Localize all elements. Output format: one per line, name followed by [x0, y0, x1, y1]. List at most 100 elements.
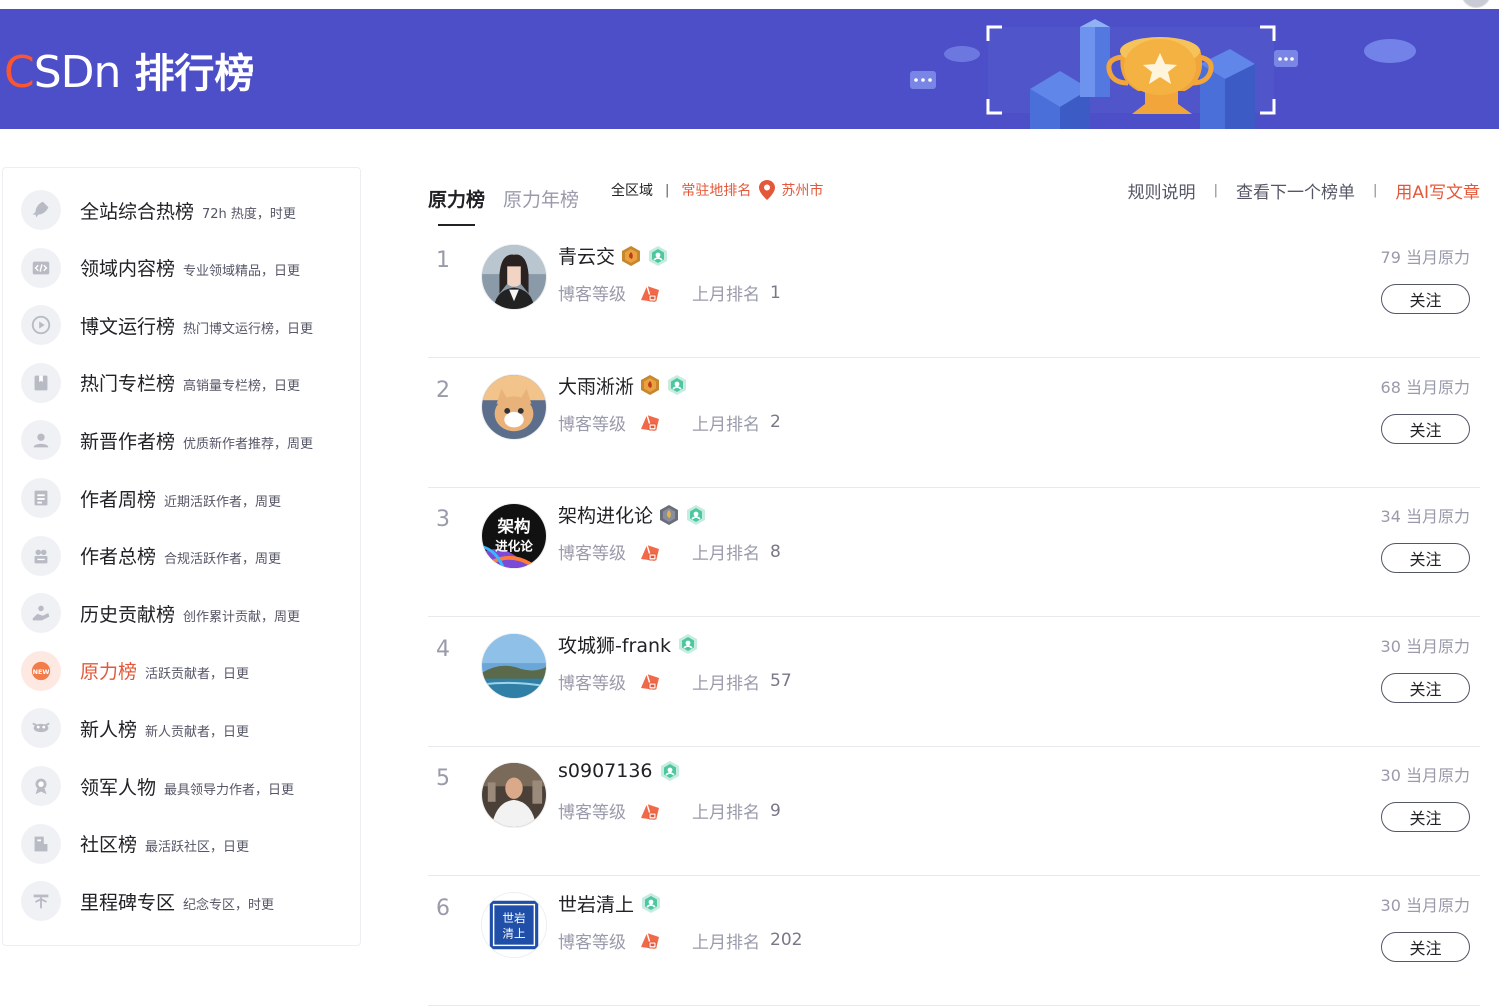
last-month-rank-label: 上月排名	[692, 285, 760, 305]
header-links: 规则说明 | 查看下一个榜单 | 用AI写文章	[1128, 178, 1480, 203]
sidebar-item-text: 社区榜 最活跃社区，日更	[80, 830, 249, 857]
author-name[interactable]: s0907136	[558, 760, 653, 782]
sidebar-item[interactable]: 全站综合热榜 72h 热度，时更	[3, 186, 360, 234]
follow-button[interactable]: 关注	[1381, 284, 1470, 314]
author-name[interactable]: 大雨淅淅	[558, 372, 634, 399]
community-badge-icon	[679, 634, 698, 654]
monthly-power-value: 79	[1380, 248, 1401, 267]
sidebar-item[interactable]: NEW 原力榜 活跃贡献者，日更	[3, 647, 360, 695]
sidebar-item-label: 原力榜	[80, 661, 138, 684]
sidebar-item[interactable]: 社区榜 最活跃社区，日更	[3, 820, 360, 868]
monthly-power-value: 68	[1380, 377, 1401, 397]
sidebar-item[interactable]: 领军人物 最具领导力作者，日更	[3, 762, 360, 810]
user-icon	[21, 420, 61, 461]
author-avatar[interactable]	[481, 762, 547, 828]
monthly-power-label: 当月原力	[1405, 636, 1470, 656]
sidebar-item-desc: 合规活跃作者，周更	[164, 552, 282, 568]
sidebar-item-text: 历史贡献榜 创作累计贡献，周更	[80, 600, 300, 627]
author-avatar[interactable]: 世岩 清上	[481, 891, 547, 958]
ai-write-link[interactable]: 用AI写文章	[1395, 178, 1480, 203]
author-name[interactable]: 架构进化论	[558, 501, 653, 528]
blog-level-label: 博客等级	[558, 673, 626, 694]
author-meta: 博客等级 上月排名 202	[558, 928, 802, 953]
sidebar-item-label: 领军人物	[80, 776, 157, 799]
sidebar-item[interactable]: 领域内容榜 专业领域精品，日更	[3, 244, 360, 292]
last-month-rank-label: 上月排名	[692, 544, 760, 564]
page-title: 排行榜	[134, 51, 255, 97]
sidebar: 全站综合热榜 72h 热度，时更 领域内容榜 专业领域精品，日更 博文运行榜 热门博文运行…	[2, 167, 361, 946]
csdn-logo[interactable]: C SDn 排行榜	[4, 41, 254, 99]
follow-button[interactable]: 关注	[1381, 931, 1470, 962]
sidebar-item[interactable]: 新人榜 新人贡献者，日更	[3, 704, 360, 752]
author-name-row: 大雨淅淅	[558, 372, 688, 399]
sidebar-item-text: 全站综合热榜 72h 热度，时更	[80, 197, 296, 224]
last-month-rank-value: 202	[770, 930, 803, 950]
sidebar-item[interactable]: 里程碑专区 纪念专区，时更	[3, 877, 360, 925]
author-name-row: 架构进化论	[558, 501, 707, 528]
sidebar-item-desc: 活跃贡献者，日更	[145, 667, 250, 683]
follow-button[interactable]: 关注	[1381, 672, 1470, 703]
author-name[interactable]: 世岩清上	[558, 890, 634, 917]
book-icon	[21, 362, 61, 403]
rank-number: 3	[436, 507, 450, 532]
rules-link[interactable]: 规则说明	[1128, 178, 1196, 203]
blog-level-label: 博客等级	[558, 544, 626, 564]
sidebar-item-desc: 热门博文运行榜，日更	[183, 321, 314, 337]
rank-number: 2	[436, 377, 450, 403]
sidebar-item[interactable]: 历史贡献榜 创作累计贡献，周更	[3, 589, 360, 637]
ranking-row: 4 攻城狮-frank 博客等级 上月排名 57 30 当月原力 关注	[428, 617, 1480, 747]
newbie-icon	[21, 708, 61, 749]
follow-button[interactable]: 关注	[1381, 413, 1470, 444]
sidebar-item-text: 新晋作者榜 优质新作者推荐，周更	[80, 427, 313, 454]
author-avatar[interactable]: 架构 进化论	[481, 503, 547, 569]
author-avatar[interactable]	[481, 244, 547, 310]
play-icon	[21, 305, 61, 346]
code-icon	[21, 247, 61, 288]
rank-number: 6	[436, 895, 450, 921]
tab-force-year-rank[interactable]: 原力年榜	[503, 185, 579, 212]
author-avatar[interactable]	[481, 632, 547, 699]
filter-all-regions[interactable]: 全区域	[611, 180, 653, 200]
community-badge-icon	[687, 504, 706, 525]
filter-resident-rank[interactable]: 常驻地排名	[681, 180, 751, 200]
community-icon	[21, 823, 61, 864]
logo-c: C	[4, 47, 35, 98]
ranking-row: 6 世岩 清上 世岩清上 博客等级 上月排名 202 30 当月原力 关注	[428, 876, 1480, 1006]
sidebar-item-desc: 72h 热度，时更	[202, 206, 296, 222]
monthly-power-label: 当月原力	[1405, 248, 1470, 267]
tab-force-rank[interactable]: 原力榜	[428, 185, 485, 226]
sidebar-item[interactable]: 博文运行榜 热门博文运行榜，日更	[3, 301, 360, 349]
sidebar-item-label: 热门专栏榜	[80, 373, 176, 396]
blog-level-icon	[641, 285, 659, 302]
sidebar-item[interactable]: 作者总榜 合规活跃作者，周更	[3, 532, 360, 580]
blog-level-icon	[641, 544, 659, 561]
trophy-illustration-icon	[910, 19, 1416, 129]
sidebar-item[interactable]: 新晋作者榜 优质新作者推荐，周更	[3, 416, 360, 464]
svg-text:清上: 清上	[502, 926, 526, 940]
next-list-link[interactable]: 查看下一个榜单	[1236, 178, 1355, 203]
rocket-icon	[21, 190, 61, 230]
blog-level-label: 博客等级	[558, 932, 626, 953]
sidebar-item-text: 作者总榜 合规活跃作者，周更	[80, 542, 281, 569]
follow-button[interactable]: 关注	[1381, 802, 1470, 832]
sidebar-item-label: 博文运行榜	[80, 315, 176, 338]
sidebar-item[interactable]: 热门专栏榜 高销量专栏榜，日更	[3, 359, 360, 407]
monthly-power: 68 当月原力	[1381, 374, 1470, 398]
filter-city[interactable]: 苏州市	[781, 180, 823, 200]
author-avatar[interactable]	[481, 373, 547, 440]
sidebar-item-desc: 纪念专区，时更	[183, 897, 275, 913]
author-name[interactable]: 青云交	[558, 242, 615, 269]
follow-button[interactable]: 关注	[1381, 543, 1470, 573]
logo-sdn: SDn	[33, 47, 122, 98]
sidebar-item[interactable]: 作者周榜 近期活跃作者，周更	[3, 474, 360, 522]
gold-rank-badge-icon	[622, 245, 641, 266]
sidebar-item-label: 新晋作者榜	[80, 430, 176, 453]
author-name-row: 青云交	[558, 242, 669, 269]
sidebar-item-text: 原力榜 活跃贡献者，日更	[80, 657, 249, 684]
monthly-power: 30 当月原力	[1381, 762, 1470, 786]
sidebar-item-label: 社区榜	[80, 834, 138, 857]
banner: C SDn 排行榜	[0, 9, 1499, 129]
author-name[interactable]: 攻城狮-frank	[558, 631, 671, 658]
user-avatar[interactable]	[1461, 0, 1491, 8]
sidebar-item-desc: 新人贡献者，日更	[145, 724, 250, 740]
